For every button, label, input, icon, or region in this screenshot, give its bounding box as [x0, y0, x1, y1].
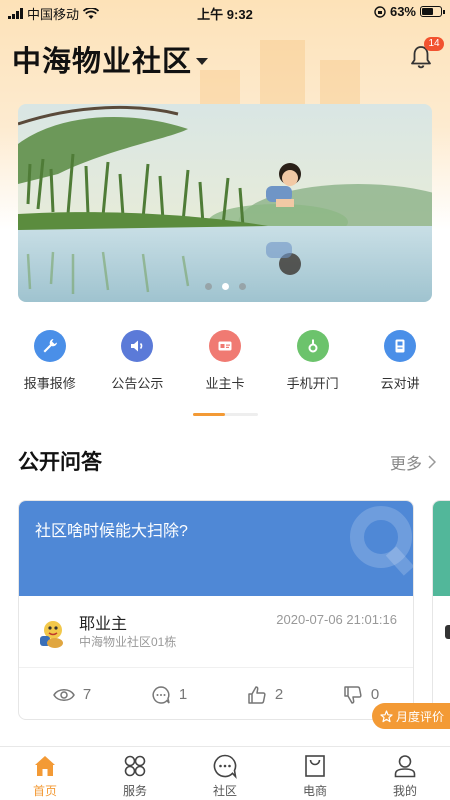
speaker-icon — [121, 330, 154, 362]
orientation-lock-icon — [374, 5, 386, 18]
banner-carousel[interactable] — [18, 104, 432, 302]
bottom-tab-bar: 首页 服务 社区 电商 我的 — [0, 746, 450, 800]
key-icon — [296, 330, 329, 362]
shopping-bag-icon — [305, 755, 325, 777]
star-icon — [380, 709, 393, 722]
quick-action-intercom[interactable]: 云对讲 — [356, 330, 444, 392]
monthly-rating-label: 月度评价 — [395, 709, 444, 724]
quick-actions-scroll-indicator — [193, 413, 258, 416]
carousel-dot[interactable] — [204, 283, 212, 290]
quick-action-door-open[interactable]: 手机开门 — [269, 330, 357, 392]
avatar — [40, 621, 63, 648]
eye-icon — [52, 688, 75, 701]
post-time: 2020-07-06 21:01:16 — [276, 612, 397, 627]
thumbs-up-icon — [248, 685, 266, 704]
battery-icon — [420, 6, 445, 17]
monthly-rating-button[interactable]: 月度评价 — [371, 703, 450, 729]
comments-stat[interactable]: 1 — [151, 685, 187, 705]
tab-label: 我的 — [392, 784, 417, 798]
q-watermark-icon — [350, 506, 413, 576]
quick-action-owner-card[interactable]: 业主卡 — [181, 330, 269, 392]
status-bar: 中国移动 上午 9:32 63% — [0, 0, 450, 24]
buildings-illustration — [190, 40, 390, 110]
quick-action-announcement[interactable]: 公告公示 — [94, 330, 182, 392]
quick-actions: 报事报修 公告公示 业主卡 手机开门 云对讲 — [0, 330, 450, 392]
author-name: 耶业主 — [79, 616, 128, 633]
banner-image — [18, 104, 432, 302]
id-card-icon — [208, 330, 241, 362]
chat-icon — [213, 754, 237, 779]
dislikes-stat[interactable]: 0 — [343, 685, 379, 705]
carousel-indicator — [18, 283, 432, 290]
author-address: 中海物业社区01栋 — [79, 635, 177, 649]
tab-shop[interactable]: 电商 — [275, 747, 355, 800]
wrench-icon — [33, 330, 66, 362]
tab-label: 服务 — [122, 784, 147, 798]
tab-home[interactable]: 首页 — [5, 747, 85, 800]
qa-card-next[interactable] — [432, 500, 450, 720]
quick-action-label: 云对讲 — [380, 376, 420, 391]
quick-action-label: 业主卡 — [205, 376, 245, 391]
tab-community[interactable]: 社区 — [185, 747, 265, 800]
chevron-down-icon — [196, 57, 209, 65]
carousel-dot-active[interactable] — [221, 283, 229, 290]
quick-action-repair[interactable]: 报事报修 — [6, 330, 94, 392]
comment-icon — [152, 685, 170, 704]
thumbs-down-icon — [344, 685, 362, 704]
likes-stat[interactable]: 2 — [247, 685, 283, 705]
qa-card-next-header — [433, 501, 450, 596]
tab-services[interactable]: 服务 — [95, 747, 175, 800]
carousel-dot[interactable] — [238, 283, 246, 290]
quick-action-label: 报事报修 — [23, 376, 76, 391]
more-link[interactable]: 更多 — [390, 450, 436, 474]
chevron-right-icon — [428, 455, 436, 469]
likes-count: 2 — [274, 686, 284, 703]
views-count: 7 — [82, 686, 92, 703]
community-selector[interactable]: 中海物业社区 — [12, 38, 209, 80]
page-title: 中海物业社区 — [12, 46, 193, 78]
comments-count: 1 — [178, 686, 188, 703]
tab-label: 首页 — [32, 784, 57, 798]
dislikes-count: 0 — [370, 686, 380, 703]
battery-percent: 63% — [389, 4, 416, 19]
home-icon — [35, 756, 55, 776]
views-stat: 7 — [52, 686, 92, 703]
qa-author: 耶业主 中海物业社区01栋 2020-07-06 21:01:16 — [19, 596, 413, 668]
tab-label: 电商 — [302, 784, 327, 798]
section-title: 公开问答 — [18, 451, 102, 474]
intercom-icon — [384, 330, 417, 362]
person-icon — [394, 755, 416, 778]
tab-label: 社区 — [212, 784, 237, 798]
qa-card-header: 社区啥时候能大扫除? — [19, 501, 413, 596]
tab-profile[interactable]: 我的 — [365, 747, 445, 800]
quick-action-label: 手机开门 — [286, 376, 339, 391]
avatar — [445, 625, 450, 639]
qa-question: 社区啥时候能大扫除? — [35, 523, 188, 540]
notification-badge: 14 — [424, 37, 444, 51]
qa-stats: 7 1 2 0 — [19, 668, 413, 719]
quick-action-label: 公告公示 — [111, 376, 164, 391]
more-label: 更多 — [389, 456, 422, 473]
grid-icon — [124, 755, 146, 777]
qa-card[interactable]: 社区啥时候能大扫除? 耶业主 中海物业社区01栋 2020-07-06 21:0… — [18, 500, 414, 720]
